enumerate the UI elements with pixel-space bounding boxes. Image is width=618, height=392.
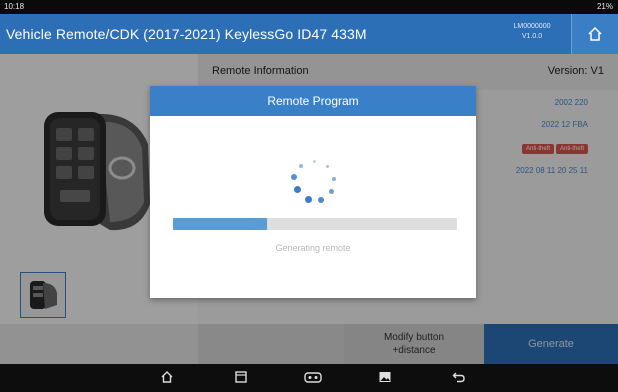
remote-program-dialog: Remote Program Generating remote (150, 86, 476, 298)
vci-icon[interactable] (304, 370, 322, 384)
device-info: LM0000000 V1.0.0 (502, 22, 562, 42)
home-icon[interactable] (160, 370, 174, 384)
gallery-icon[interactable] (378, 370, 392, 384)
back-icon[interactable] (452, 370, 466, 384)
status-battery: 21% (596, 2, 613, 11)
device-info-line2: V1.0.0 (521, 33, 543, 40)
page-title: Vehicle Remote/CDK (2017-2021) KeylessGo… (6, 26, 367, 42)
android-nav-bar (0, 364, 618, 392)
dialog-title: Remote Program (150, 86, 476, 116)
home-icon (588, 26, 602, 41)
home-button[interactable] (571, 14, 618, 54)
recent-apps-icon[interactable] (234, 370, 248, 384)
status-time: 10:18 (4, 2, 25, 11)
progress-bar (173, 218, 457, 230)
loading-spinner-icon (286, 158, 342, 214)
title-bar: Vehicle Remote/CDK (2017-2021) KeylessGo… (0, 14, 618, 54)
device-info-line1: LM0000000 (513, 23, 551, 30)
progress-bar-fill (173, 218, 267, 230)
progress-status-text: Generating remote (275, 243, 351, 253)
status-bar: 10:18 21% (0, 0, 618, 14)
